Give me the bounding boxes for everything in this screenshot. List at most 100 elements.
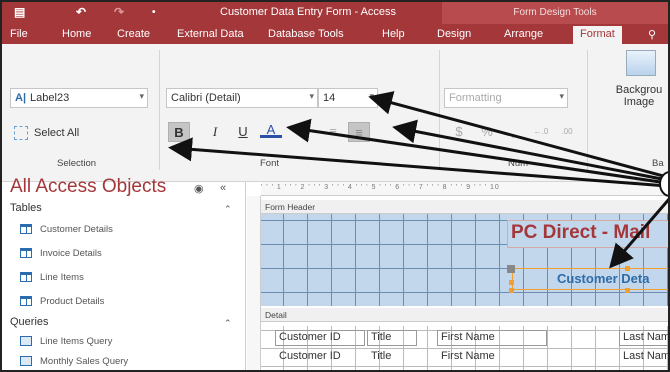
collapse-group-icon[interactable]: ⌃ — [224, 318, 232, 329]
select-all-icon — [14, 126, 28, 140]
customer-id-field[interactable]: Customer ID — [279, 350, 341, 362]
font-name-value: Calibri (Detail) — [171, 92, 241, 104]
collapse-group-icon[interactable]: ⌃ — [224, 204, 232, 215]
object-selector[interactable]: A| Label23 ▾ — [10, 88, 148, 108]
move-handle[interactable] — [507, 265, 515, 273]
nav-item-line-items-query[interactable]: Line Items Query — [20, 336, 112, 347]
chevron-down-icon: ▾ — [369, 91, 374, 101]
nav-item-product-details[interactable]: Product Details — [20, 296, 104, 307]
align-center-icon[interactable]: ≡ — [322, 122, 344, 142]
first-name-label[interactable]: First Name — [441, 331, 495, 343]
bold-button[interactable]: B — [168, 122, 190, 142]
italic-button[interactable]: I — [204, 122, 226, 142]
title-field[interactable]: Title — [371, 350, 391, 362]
underline-button[interactable]: U — [232, 122, 254, 142]
save-icon[interactable]: ▤ — [14, 5, 25, 19]
app-window: ▤ ↶ ↷ • Customer Data Entry Form - Acces… — [0, 0, 670, 372]
table-icon — [20, 248, 32, 259]
nav-item-customer-details[interactable]: Customer Details — [20, 224, 113, 235]
tab-help[interactable]: Help — [382, 28, 405, 40]
horizontal-ruler: ' ' ' 1 ' ' ' 2 ' ' ' 3 ' ' ' 4 ' ' ' 5 … — [261, 182, 668, 196]
background-image-button[interactable]: Backgrou Image — [604, 84, 668, 108]
formatting-value: Formatting — [449, 92, 502, 104]
undo-icon[interactable]: ↶ — [76, 5, 86, 19]
nav-item-label: Line Items Query — [40, 336, 113, 347]
nav-item-label: Invoice Details — [40, 248, 102, 259]
resize-handle[interactable] — [625, 288, 630, 293]
tab-external-data[interactable]: External Data — [177, 28, 244, 40]
table-icon — [20, 272, 32, 283]
select-all-label: Select All — [34, 126, 80, 139]
customer-id-label[interactable]: Customer ID — [279, 331, 341, 343]
group-divider — [587, 50, 588, 170]
resize-handle[interactable] — [509, 280, 514, 285]
background-group-label: Ba — [652, 158, 664, 169]
group-divider — [439, 50, 440, 170]
collapse-pane-icon[interactable]: « — [220, 182, 226, 194]
search-icon[interactable]: ⚲ — [648, 28, 656, 41]
detail-label: Detail — [265, 310, 287, 320]
queries-group-header[interactable]: Queries — [10, 316, 49, 328]
font-color-button[interactable]: A — [260, 120, 282, 138]
background-image-label-2: Image — [623, 96, 655, 108]
font-name-combo[interactable]: Calibri (Detail) ▾ — [166, 88, 318, 108]
vertical-ruler — [247, 196, 261, 370]
form-header-bar[interactable]: Form Header — [261, 200, 668, 214]
tab-format[interactable]: Format — [573, 26, 622, 44]
currency-button[interactable]: $ — [448, 122, 470, 142]
last-name-label[interactable]: Last Nam — [623, 331, 668, 343]
tab-arrange[interactable]: Arrange — [504, 28, 543, 40]
tab-database-tools[interactable]: Database Tools — [268, 28, 344, 40]
header-title-label[interactable]: PC Direct - Mail — [507, 220, 668, 248]
tab-file[interactable]: File — [10, 28, 28, 40]
increase-decimals-button[interactable]: ←.0 — [530, 122, 552, 142]
context-title: Form Design Tools — [442, 2, 668, 24]
redo-icon[interactable]: ↷ — [114, 5, 124, 19]
table-icon — [20, 296, 32, 307]
label-icon: A| — [15, 92, 27, 104]
tab-design[interactable]: Design — [437, 28, 471, 40]
resize-handle[interactable] — [509, 288, 514, 293]
table-icon — [20, 224, 32, 235]
font-group-label: Font — [260, 158, 280, 169]
form-header-label: Form Header — [265, 202, 316, 212]
number-group-label: Num — [508, 158, 529, 169]
comma-button[interactable]: , — [502, 122, 524, 142]
align-left-icon[interactable]: ≡ — [294, 122, 316, 142]
nav-item-label: Line Items — [40, 272, 84, 283]
nav-item-monthly-sales-query[interactable]: Monthly Sales Query — [20, 356, 128, 367]
tab-create[interactable]: Create — [117, 28, 150, 40]
selection-group-label: Selection — [57, 158, 97, 169]
background-image-icon[interactable] — [626, 50, 656, 76]
nav-item-label: Monthly Sales Query — [40, 356, 129, 367]
query-icon — [20, 356, 32, 367]
font-size-combo[interactable]: 14 ▾ — [318, 88, 378, 108]
decrease-decimals-button[interactable]: .00 — [556, 122, 578, 142]
tables-group-header[interactable]: Tables — [10, 202, 42, 214]
formatting-combo[interactable]: Formatting ▾ — [444, 88, 568, 108]
nav-item-line-items[interactable]: Line Items — [20, 272, 84, 283]
background-image-label-1: Backgrou — [615, 84, 663, 96]
nav-pane-title[interactable]: All Access Objects — [10, 176, 166, 198]
chevron-down-icon: ▾ — [309, 91, 314, 101]
nav-menu-icon[interactable]: ◉ — [194, 182, 204, 195]
chevron-down-icon: ▾ — [559, 91, 564, 101]
first-name-field[interactable]: First Name — [441, 350, 495, 362]
group-divider — [159, 50, 160, 170]
title-bar: ▤ ↶ ↷ • Customer Data Entry Form - Acces… — [2, 2, 668, 24]
title-label[interactable]: Title — [371, 331, 391, 343]
form-design-view: ' ' ' 1 ' ' ' 2 ' ' ' 3 ' ' ' 4 ' ' ' 5 … — [247, 182, 668, 370]
navigation-pane: All Access Objects ◉ « Tables ⌃ Customer… — [2, 176, 246, 370]
tab-home[interactable]: Home — [62, 28, 91, 40]
align-right-icon[interactable]: ≡ — [348, 122, 370, 142]
detail-bar[interactable]: Detail — [261, 308, 668, 322]
ribbon-tabs: File Home Create External Data Database … — [2, 24, 668, 44]
select-all-button[interactable]: Select All — [14, 126, 79, 140]
object-selector-value: Label23 — [30, 92, 70, 104]
customize-qat-icon[interactable]: • — [152, 7, 156, 18]
header-subtitle-label[interactable]: Customer Deta — [512, 268, 668, 290]
last-name-field[interactable]: Last Nam — [623, 350, 668, 362]
resize-handle[interactable] — [625, 266, 630, 271]
nav-item-invoice-details[interactable]: Invoice Details — [20, 248, 102, 259]
percent-button[interactable]: % — [476, 122, 498, 142]
